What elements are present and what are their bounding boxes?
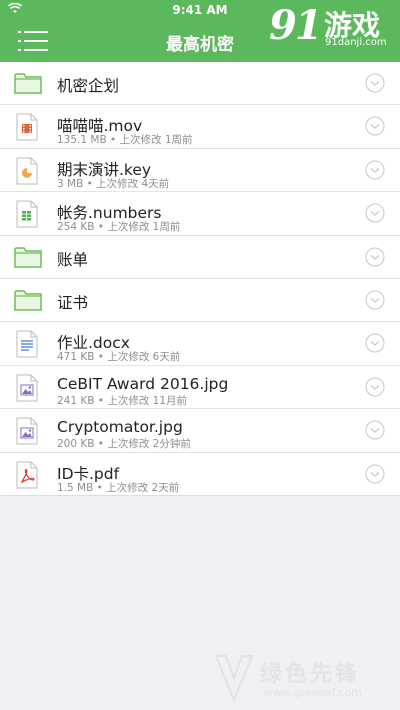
- document-file-icon: [16, 330, 42, 358]
- file-row[interactable]: 作业.docx 471 KB • 上次修改 6天前: [0, 322, 400, 366]
- file-row[interactable]: CeBIT Award 2016.jpg 241 KB • 上次修改 11月前: [0, 366, 400, 410]
- file-row[interactable]: 喵喵喵.mov 135.1 MB • 上次修改 1周前: [0, 105, 400, 149]
- file-row[interactable]: Cryptomator.jpg 200 KB • 上次修改 2分钟前: [0, 409, 400, 453]
- chevron-down-icon[interactable]: [365, 203, 385, 223]
- chevron-down-icon[interactable]: [365, 464, 385, 484]
- watermark-url: www.greenxf.com: [264, 686, 362, 699]
- file-row[interactable]: 帐务.numbers 254 KB • 上次修改 1周前: [0, 192, 400, 236]
- watermark-text: 绿色先锋: [260, 662, 361, 687]
- folder-icon: [14, 288, 42, 314]
- file-name: Cryptomator.jpg: [57, 418, 183, 437]
- file-meta: 200 KB • 上次修改 2分钟前: [57, 438, 191, 451]
- chevron-down-icon[interactable]: [365, 116, 385, 136]
- chevron-down-icon[interactable]: [365, 420, 385, 440]
- file-list: 机密企划喵喵喵.mov 135.1 MB • 上次修改 1周前 期末演讲.key 3 …: [0, 62, 400, 496]
- folder-name: 账单: [57, 250, 89, 269]
- image-file-icon: [16, 374, 42, 402]
- logo-brand-number: 91: [269, 2, 323, 49]
- numbers-file-icon: [16, 200, 42, 228]
- chevron-down-icon[interactable]: [365, 290, 385, 310]
- folder-row[interactable]: 机密企划: [0, 62, 400, 106]
- folder-icon: [14, 71, 42, 97]
- file-name: CeBIT Award 2016.jpg: [57, 374, 229, 393]
- file-meta: 241 KB • 上次修改 11月前: [57, 394, 188, 407]
- folder-name: 机密企划: [57, 77, 120, 95]
- file-meta: 3 MB • 上次修改 4天前: [57, 177, 170, 190]
- image-file-icon: [16, 417, 42, 445]
- top-bar: 9:41 AM 最高机密 91 游戏 91danji.com: [0, 0, 400, 62]
- file-row[interactable]: 期末演讲.key 3 MB • 上次修改 4天前: [0, 149, 400, 193]
- chevron-down-icon[interactable]: [365, 73, 385, 93]
- file-meta: 471 KB • 上次修改 6天前: [57, 351, 181, 364]
- video-file-icon: [16, 113, 42, 141]
- folder-icon: [14, 245, 42, 271]
- file-meta: 254 KB • 上次修改 1周前: [57, 221, 181, 234]
- file-meta: 135.1 MB • 上次修改 1周前: [57, 134, 193, 147]
- pdf-file-icon: [16, 461, 42, 489]
- folder-name: 证书: [57, 293, 89, 312]
- watermark-bottom: 绿色先锋 www.greenxf.com: [212, 648, 392, 708]
- chevron-down-icon[interactable]: [365, 247, 385, 267]
- file-row[interactable]: ID卡.pdf 1.5 MB • 上次修改 2天前: [0, 453, 400, 495]
- watermark-logo: 91 游戏 91danji.com: [269, 0, 394, 60]
- chevron-down-icon[interactable]: [365, 377, 385, 397]
- chevron-down-icon[interactable]: [365, 160, 385, 180]
- logo-url: 91danji.com: [325, 37, 387, 48]
- keynote-file-icon: [16, 157, 42, 185]
- file-meta: 1.5 MB • 上次修改 2天前: [57, 481, 180, 494]
- chevron-down-icon[interactable]: [365, 333, 385, 353]
- folder-row[interactable]: 证书: [0, 279, 400, 323]
- folder-row[interactable]: 账单: [0, 236, 400, 279]
